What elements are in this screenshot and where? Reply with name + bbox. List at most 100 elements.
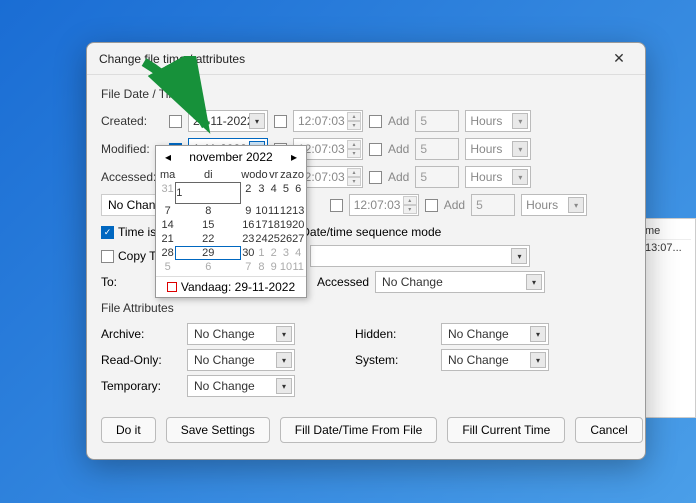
calendar-day[interactable]: 9 (268, 260, 280, 274)
system-label: System: (355, 353, 435, 367)
created-date-input[interactable]: 29-11-2022▾ (188, 110, 268, 132)
created-offset-input[interactable]: 5 (415, 110, 459, 132)
calendar-day[interactable]: 5 (160, 260, 175, 274)
calendar-day[interactable]: 21 (160, 232, 175, 246)
calendar-day[interactable]: 11 (292, 260, 304, 274)
calendar-day[interactable]: 10 (280, 260, 292, 274)
calendar-day[interactable]: 7 (160, 204, 175, 218)
created-add-checkbox[interactable] (369, 115, 382, 128)
chevron-down-icon[interactable]: ▾ (526, 274, 542, 290)
calendar-day[interactable]: 14 (160, 218, 175, 232)
chevron-down-icon[interactable]: ▾ (512, 141, 528, 157)
spinner-icon[interactable]: ▴▾ (347, 168, 361, 186)
next-month-button[interactable]: ▸ (288, 150, 300, 164)
calendar-day[interactable]: 6 (292, 182, 304, 204)
calendar-day[interactable]: 13 (292, 204, 304, 218)
calendar-day[interactable]: 9 (241, 204, 255, 218)
system-select[interactable]: No Change▾ (441, 349, 549, 371)
copy-checkbox[interactable] (101, 250, 114, 263)
extra-unit-select[interactable]: Hours▾ (521, 194, 587, 216)
created-enable-checkbox[interactable] (169, 115, 182, 128)
calendar-day[interactable]: 1 (175, 182, 241, 204)
extra-add-checkbox[interactable] (425, 199, 438, 212)
modified-unit-select[interactable]: Hours▾ (465, 138, 531, 160)
cancel-button[interactable]: Cancel (575, 417, 642, 443)
chevron-down-icon[interactable]: ▾ (512, 169, 528, 185)
modified-offset-input[interactable]: 5 (415, 138, 459, 160)
accessed-add-checkbox[interactable] (369, 171, 382, 184)
calendar-day[interactable]: 16 (241, 218, 255, 232)
modified-label: Modified: (101, 142, 163, 156)
calendar-day[interactable]: 2 (241, 182, 255, 204)
calendar-day[interactable]: 22 (175, 232, 241, 246)
chevron-down-icon[interactable]: ▾ (276, 326, 292, 342)
chevron-down-icon[interactable]: ▾ (276, 352, 292, 368)
calendar-day[interactable]: 10 (255, 204, 267, 218)
calendar-day[interactable]: 31 (160, 182, 175, 204)
spinner-icon[interactable]: ▴▾ (347, 112, 361, 130)
calendar-day[interactable]: 8 (255, 260, 267, 274)
calendar-day[interactable]: 1 (255, 246, 267, 260)
accessed-unit-select[interactable]: Hours▾ (465, 166, 531, 188)
copy-select[interactable]: ▾ (310, 245, 530, 267)
chevron-down-icon[interactable]: ▾ (512, 113, 528, 129)
save-settings-button[interactable]: Save Settings (166, 417, 270, 443)
extra-time-checkbox[interactable] (330, 199, 343, 212)
fill-from-file-button[interactable]: Fill Date/Time From File (280, 417, 438, 443)
calendar-day[interactable]: 7 (241, 260, 255, 274)
close-button[interactable]: ✕ (605, 45, 633, 73)
calendar-day[interactable]: 24 (255, 232, 267, 246)
spinner-icon[interactable]: ▴▾ (403, 196, 417, 214)
prev-month-button[interactable]: ◂ (162, 150, 174, 164)
calendar-day[interactable]: 2 (268, 246, 280, 260)
calendar-day[interactable]: 4 (292, 246, 304, 260)
calendar-day[interactable]: 4 (268, 182, 280, 204)
calendar-day[interactable]: 8 (175, 204, 241, 218)
extra-time-input[interactable]: 12:07:03▴▾ (349, 194, 419, 216)
calendar-day[interactable]: 20 (292, 218, 304, 232)
chevron-down-icon[interactable]: ▾ (249, 113, 265, 129)
to-select[interactable]: No Change▾ (375, 271, 545, 293)
spinner-icon[interactable]: ▴▾ (347, 140, 361, 158)
calendar-day[interactable]: 11 (268, 204, 280, 218)
calendar-day[interactable]: 29 (175, 246, 241, 260)
calendar-day[interactable]: 3 (255, 182, 267, 204)
temporary-select[interactable]: No Change▾ (187, 375, 295, 397)
calendar-day[interactable]: 18 (268, 218, 280, 232)
calendar-day[interactable]: 5 (280, 182, 292, 204)
calendar-footer[interactable]: Vandaag: 29-11-2022 (156, 276, 306, 297)
bg-col-header: me (641, 223, 691, 240)
calendar-day[interactable]: 27 (292, 232, 304, 246)
chevron-down-icon[interactable]: ▾ (568, 197, 584, 213)
accessed-offset-input[interactable]: 5 (415, 166, 459, 188)
calendar-day[interactable]: 15 (175, 218, 241, 232)
archive-select[interactable]: No Change▾ (187, 323, 295, 345)
chevron-down-icon[interactable]: ▾ (511, 248, 527, 264)
created-unit-select[interactable]: Hours▾ (465, 110, 531, 132)
calendar-day[interactable]: 26 (280, 232, 292, 246)
month-label[interactable]: november 2022 (189, 150, 272, 164)
calendar-day[interactable]: 17 (255, 218, 267, 232)
calendar-day[interactable]: 3 (280, 246, 292, 260)
calendar-day[interactable]: 19 (280, 218, 292, 232)
created-time-checkbox[interactable] (274, 115, 287, 128)
calendar-day[interactable]: 23 (241, 232, 255, 246)
chevron-down-icon[interactable]: ▾ (530, 326, 546, 342)
modified-add-checkbox[interactable] (369, 143, 382, 156)
calendar-day[interactable]: 30 (241, 246, 255, 260)
time-is-checkbox[interactable] (101, 226, 114, 239)
calendar-day[interactable]: 12 (280, 204, 292, 218)
calendar-day[interactable]: 6 (175, 260, 241, 274)
chevron-down-icon[interactable]: ▾ (530, 352, 546, 368)
readonly-select[interactable]: No Change▾ (187, 349, 295, 371)
calendar-day[interactable]: 28 (160, 246, 175, 260)
hidden-select[interactable]: No Change▾ (441, 323, 549, 345)
copy-label: Copy T (118, 249, 156, 263)
calendar-day[interactable]: 25 (268, 232, 280, 246)
chevron-down-icon[interactable]: ▾ (276, 378, 292, 394)
titlebar: Change file time / attributes ✕ (87, 43, 645, 75)
fill-current-time-button[interactable]: Fill Current Time (447, 417, 565, 443)
extra-offset-input[interactable]: 5 (471, 194, 515, 216)
do-it-button[interactable]: Do it (101, 417, 156, 443)
created-time-input[interactable]: 12:07:03▴▾ (293, 110, 363, 132)
